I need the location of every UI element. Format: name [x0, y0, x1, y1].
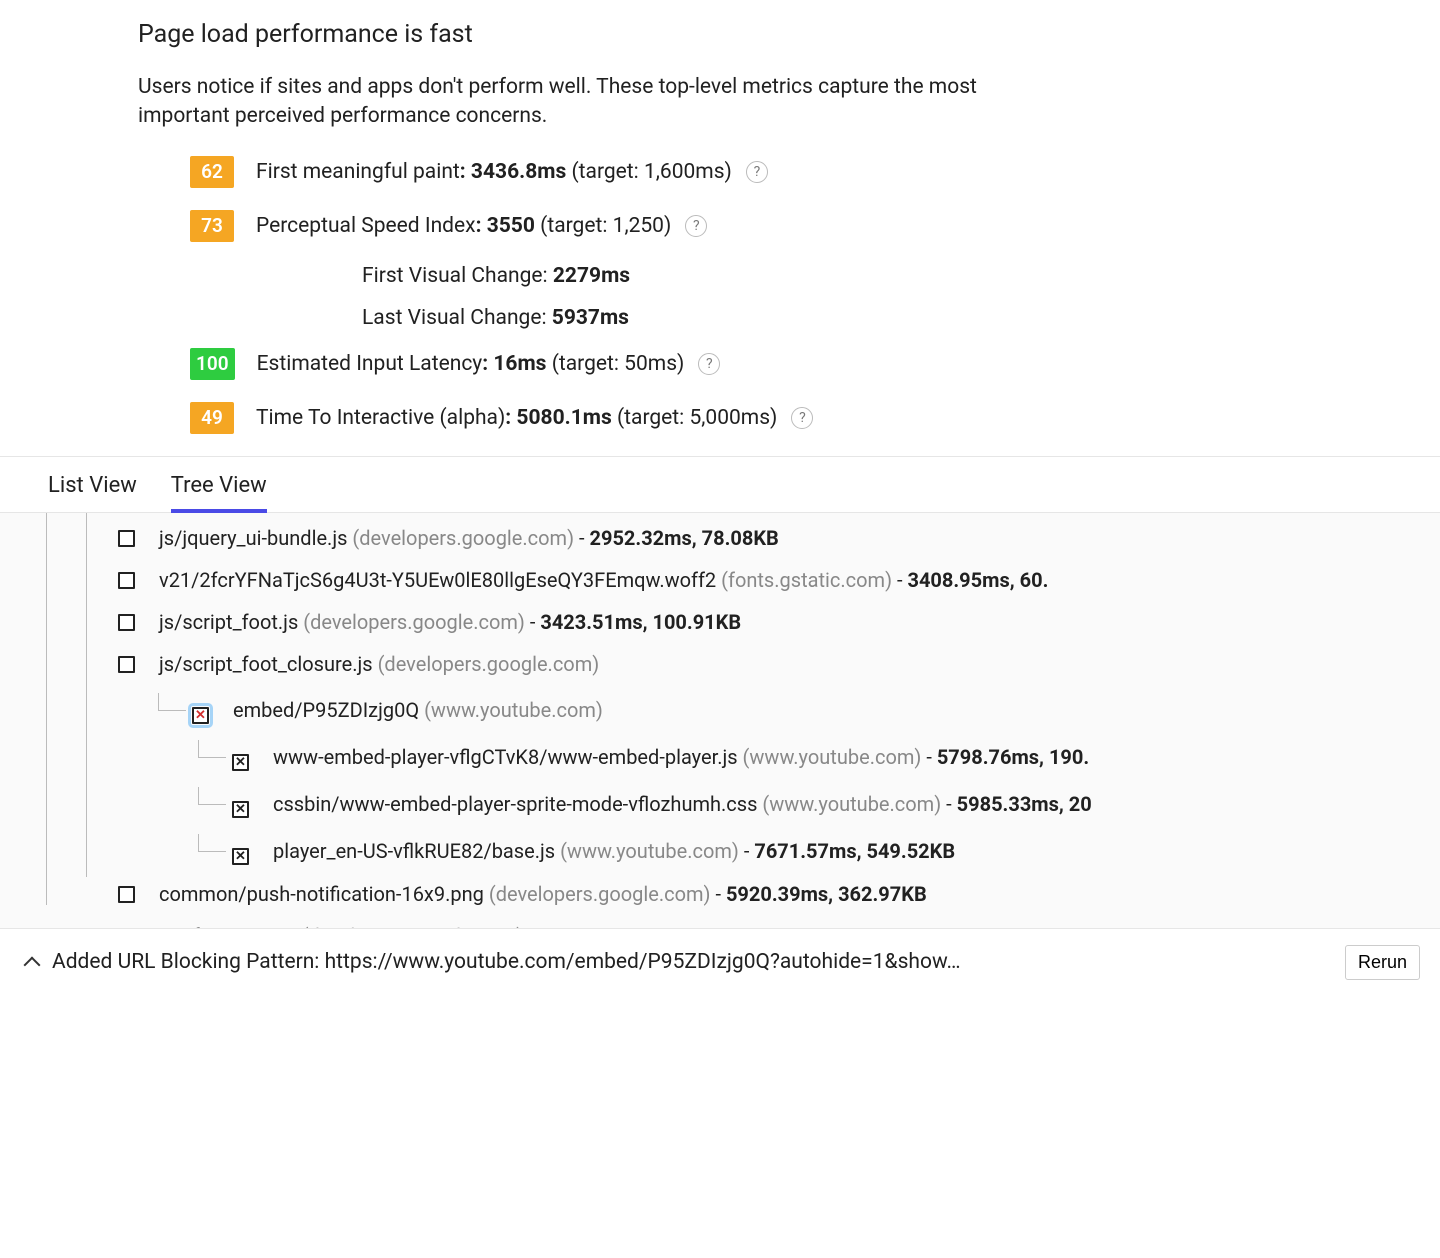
tree-row: www-embed-player-vflgCTvK8/www-embed-pla… — [38, 732, 1440, 779]
metric-target: (target: 5,000ms) — [617, 406, 777, 430]
metric-row: 62 First meaningful paint: 3436.8ms (targ… — [190, 156, 1440, 188]
tree-row: images/favicon.png (developers.google.co… — [38, 915, 1440, 929]
tree-host: (www.youtube.com) — [743, 745, 922, 769]
tree-timing: 2952.32ms, 78.08KB — [590, 526, 779, 550]
metric-label: First meaningful paint — [256, 160, 460, 184]
tree-connector — [198, 740, 226, 758]
metric-text: Estimated Input Latency: 16ms (target: 5… — [257, 352, 685, 376]
score-badge: 100 — [190, 348, 235, 380]
tree-connector — [158, 693, 186, 711]
tree-host: (developers.google.com) — [489, 882, 711, 906]
view-tabs: List View Tree View — [0, 456, 1440, 513]
tree-path: player_en-US-vflkRUE82/base.js — [273, 839, 555, 863]
tree-host: (www.youtube.com) — [424, 698, 603, 722]
tree-view-panel: js/jquery_ui-bundle.js (developers.googl… — [0, 513, 1440, 929]
tree-path: js/jquery_ui-bundle.js — [159, 526, 347, 550]
tree-host: (developers.google.com) — [302, 924, 524, 929]
status-message: Added URL Blocking Pattern: https://www.… — [52, 950, 1331, 974]
tree-path: www-embed-player-vflgCTvK8/www-embed-pla… — [273, 745, 738, 769]
tab-list-view[interactable]: List View — [48, 457, 137, 512]
sub-metric-label: Last Visual Change: — [362, 306, 547, 330]
help-icon[interactable]: ? — [791, 407, 813, 429]
sub-metric-value: 5937ms — [552, 306, 629, 330]
metric-value: : 16ms — [482, 352, 546, 376]
tree-host: (developers.google.com) — [303, 610, 525, 634]
tree-row: js/script_foot.js (developers.google.com… — [38, 601, 1440, 643]
tab-tree-view[interactable]: Tree View — [171, 457, 267, 512]
tree-checkbox[interactable] — [118, 572, 135, 589]
metric-target: (target: 1,600ms) — [571, 160, 731, 184]
tree-host: (fonts.gstatic.com) — [721, 568, 892, 592]
page-title: Page load performance is fast — [138, 20, 1440, 49]
metric-label: Perceptual Speed Index — [256, 214, 476, 238]
metric-text: Time To Interactive (alpha): 5080.1ms (t… — [256, 406, 777, 430]
score-badge: 62 — [190, 156, 234, 188]
tree-path: embed/P95ZDIzjg0Q — [233, 698, 419, 722]
tree-checkbox[interactable] — [78, 928, 95, 929]
tree-connector — [198, 787, 226, 805]
tree-row: embed/P95ZDIzjg0Q (www.youtube.com) — [38, 685, 1440, 732]
metric-row: 49 Time To Interactive (alpha): 5080.1ms … — [190, 402, 1440, 434]
tree-path: images/favicon.png — [119, 924, 297, 929]
score-badge: 73 — [190, 210, 234, 242]
tree-path: js/script_foot.js — [159, 610, 298, 634]
tree-host: (developers.google.com) — [352, 526, 574, 550]
metric-value: : 3550 — [476, 214, 535, 238]
help-icon[interactable]: ? — [746, 161, 768, 183]
tree-timing: 3423.51ms, 100.91KB — [540, 610, 741, 634]
tree-checkbox[interactable] — [118, 656, 135, 673]
tree-row: js/script_foot_closure.js (developers.go… — [38, 643, 1440, 685]
tree-checkbox[interactable] — [232, 754, 249, 771]
sub-metric: Last Visual Change: 5937ms — [362, 306, 1440, 330]
tree-checkbox[interactable] — [232, 848, 249, 865]
metric-target: (target: 1,250) — [540, 214, 671, 238]
tree-row: cssbin/www-embed-player-sprite-mode-vflo… — [38, 779, 1440, 826]
tree-timing: 5798.76ms, 190. — [937, 745, 1089, 769]
chevron-up-icon[interactable] — [24, 957, 41, 974]
metric-row: 100 Estimated Input Latency: 16ms (target… — [190, 348, 1440, 380]
tree-timing: 8194.18ms, 0.99KB — [539, 924, 717, 929]
tree-timing: 3408.95ms, 60. — [907, 568, 1048, 592]
tree-checkbox[interactable] — [118, 886, 135, 903]
tree-checkbox[interactable] — [118, 530, 135, 547]
tree-row: js/jquery_ui-bundle.js (developers.googl… — [38, 517, 1440, 559]
tree-row: player_en-US-vflkRUE82/base.js (www.yout… — [38, 826, 1440, 873]
rerun-button[interactable]: Rerun — [1345, 945, 1420, 980]
metric-label: Estimated Input Latency — [257, 352, 483, 376]
metric-row: 73 Perceptual Speed Index: 3550 (target: … — [190, 210, 1440, 242]
metric-target: (target: 50ms) — [552, 352, 685, 376]
metric-value: : 3436.8ms — [460, 160, 566, 184]
tree-path: js/script_foot_closure.js — [159, 652, 373, 676]
metric-text: First meaningful paint: 3436.8ms (target… — [256, 160, 732, 184]
tree-path: common/push-notification-16x9.png — [159, 882, 484, 906]
tree-row: common/push-notification-16x9.png (devel… — [38, 873, 1440, 915]
score-badge: 49 — [190, 402, 234, 434]
tree-host: (www.youtube.com) — [560, 839, 739, 863]
sub-metric-value: 2279ms — [553, 264, 630, 288]
tree-path: v21/2fcrYFNaTjcS6g4U3t-Y5UEw0lE80llgEseQ… — [159, 568, 716, 592]
tree-connector — [198, 834, 226, 852]
tree-row: v21/2fcrYFNaTjcS6g4U3t-Y5UEw0lE80llgEseQ… — [38, 559, 1440, 601]
tree-path: cssbin/www-embed-player-sprite-mode-vflo… — [273, 792, 757, 816]
tree-timing: 5985.33ms, 20 — [957, 792, 1092, 816]
tree-checkbox[interactable] — [118, 614, 135, 631]
metric-text: Perceptual Speed Index: 3550 (target: 1,… — [256, 214, 671, 238]
page-subtitle: Users notice if sites and apps don't per… — [138, 73, 1038, 132]
help-icon[interactable]: ? — [698, 353, 720, 375]
sub-metric: First Visual Change: 2279ms — [362, 264, 1440, 288]
tree-host: (developers.google.com) — [378, 652, 600, 676]
sub-metric-label: First Visual Change: — [362, 264, 548, 288]
metric-value: : 5080.1ms — [505, 406, 611, 430]
help-icon[interactable]: ? — [685, 215, 707, 237]
tree-timing: 7671.57ms, 549.52KB — [754, 839, 955, 863]
tree-host: (www.youtube.com) — [762, 792, 941, 816]
tree-checkbox[interactable] — [192, 707, 209, 724]
tree-checkbox[interactable] — [232, 801, 249, 818]
metric-label: Time To Interactive (alpha) — [256, 406, 505, 430]
metrics-list: 62 First meaningful paint: 3436.8ms (targ… — [0, 156, 1440, 434]
tree-timing: 5920.39ms, 362.97KB — [726, 882, 927, 906]
status-bar: Added URL Blocking Pattern: https://www.… — [0, 929, 1440, 996]
